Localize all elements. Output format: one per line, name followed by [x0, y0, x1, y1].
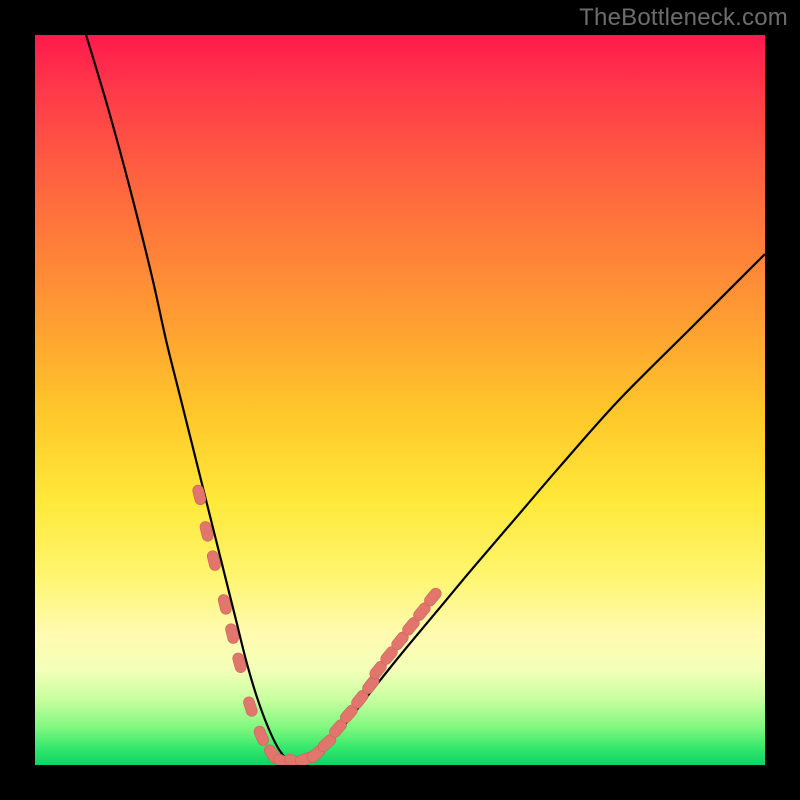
plot-area — [35, 35, 765, 765]
bottleneck-curve — [86, 35, 765, 763]
chart-svg — [35, 35, 765, 765]
curve-marker — [191, 484, 207, 506]
watermark-text: TheBottleneck.com — [579, 4, 788, 32]
curve-marker — [242, 695, 259, 717]
chart-frame: TheBottleneck.com — [0, 0, 800, 800]
curve-markers — [191, 484, 443, 765]
